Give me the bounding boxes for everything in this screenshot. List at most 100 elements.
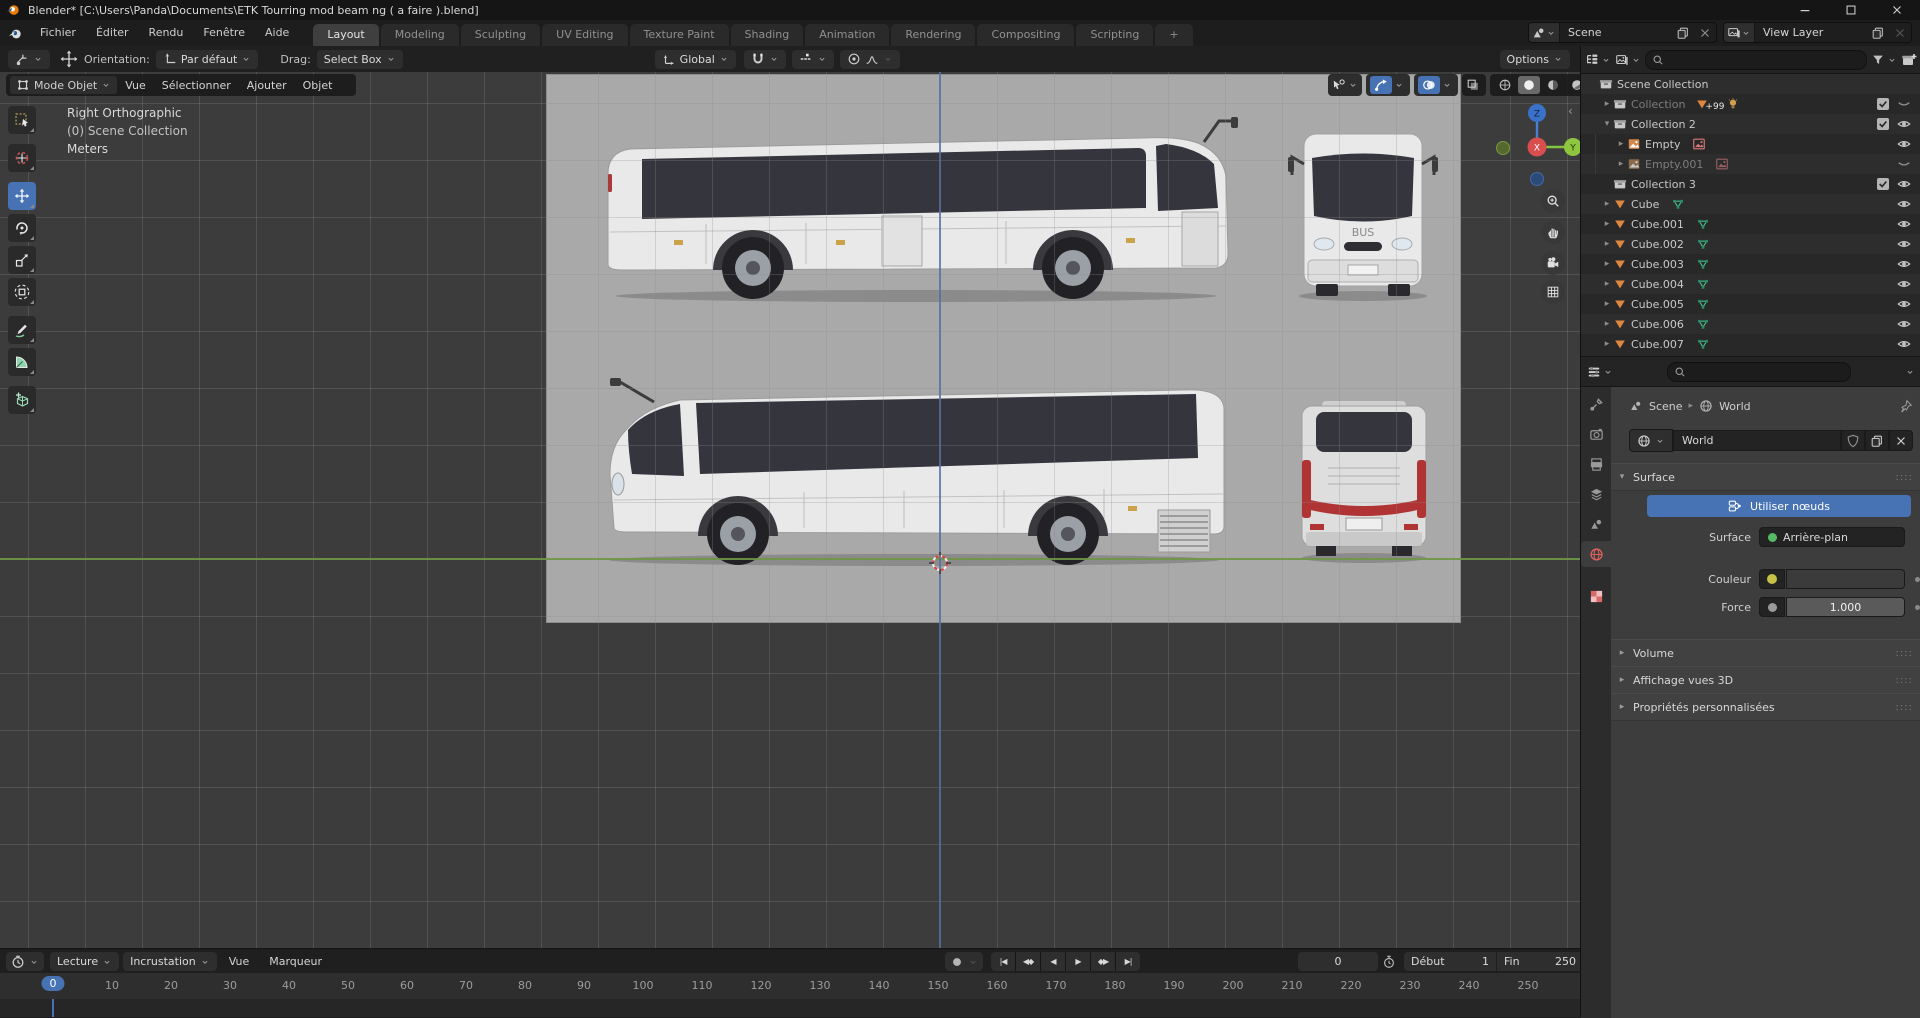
outliner-item-name[interactable]: Cube.003 — [1631, 258, 1684, 271]
properties-tab-tool[interactable] — [1581, 391, 1611, 417]
mode-dropdown[interactable]: Mode Objet — [10, 76, 117, 94]
timeline-menu-marqueur[interactable]: Marqueur — [261, 955, 330, 968]
proportional-editing-group[interactable] — [840, 50, 900, 69]
next-keyframe-button[interactable]: ◆▶ — [1091, 952, 1115, 971]
end-frame-field[interactable]: Fin 250 — [1497, 952, 1583, 971]
pin-icon[interactable] — [1899, 399, 1913, 413]
xray-toggle[interactable] — [1462, 74, 1486, 96]
gizmo-axis-neg-z[interactable] — [1531, 173, 1544, 186]
auto-keying-toggle[interactable] — [945, 952, 983, 971]
timeline-menu-lecture[interactable]: Lecture — [50, 952, 119, 971]
collection-checkbox[interactable] — [1877, 98, 1889, 110]
menu-diter[interactable]: Éditer — [86, 23, 139, 43]
disclosure-closed-icon[interactable]: ▸ — [1601, 299, 1613, 309]
disclosure-closed-icon[interactable]: ▸ — [1615, 139, 1627, 149]
menu-fentre[interactable]: Fenêtre — [193, 23, 255, 43]
properties-editor-type-button[interactable] — [1587, 365, 1613, 379]
overlays-dropdown[interactable] — [1414, 74, 1458, 96]
shading-wireframe[interactable] — [1494, 76, 1516, 94]
scene-icon[interactable] — [1529, 23, 1560, 42]
use-nodes-button[interactable]: Utiliser nœuds — [1647, 495, 1911, 517]
use-preview-range-icon[interactable] — [1382, 955, 1396, 969]
panel-propri-t-s-personnalis-es[interactable]: ▸Propriétés personnalisées:::: — [1611, 693, 1920, 721]
eye-toggle[interactable] — [1897, 157, 1911, 171]
surface-shader-dropdown[interactable]: Arrière-plan — [1759, 527, 1905, 547]
menu-fichier[interactable]: Fichier — [30, 23, 86, 43]
jump-end-button[interactable]: ▶| — [1116, 952, 1140, 971]
prev-keyframe-button[interactable]: ◀◆ — [1016, 952, 1040, 971]
outliner-item-name[interactable]: Scene Collection — [1617, 78, 1708, 91]
view-layer-icon[interactable] — [1724, 23, 1755, 42]
tool-add-cube[interactable] — [8, 386, 36, 414]
properties-tab-output[interactable] — [1581, 451, 1611, 477]
outliner-display-mode-button[interactable] — [1615, 53, 1641, 67]
outliner-row[interactable]: ▸Cube.005 — [1581, 294, 1920, 314]
outliner-row[interactable]: ▸Cube.001 — [1581, 214, 1920, 234]
eye-toggle[interactable] — [1897, 117, 1911, 131]
pan-button[interactable] — [1541, 220, 1565, 244]
tool-measure[interactable] — [8, 348, 36, 376]
close-button[interactable] — [1874, 0, 1920, 20]
timeline-editor-type-button[interactable] — [6, 952, 44, 971]
playhead[interactable] — [52, 999, 54, 1017]
disclosure-closed-icon[interactable]: ▸ — [1601, 279, 1613, 289]
color-bar[interactable] — [1786, 569, 1905, 589]
workspace-tab-compositing[interactable]: Compositing — [977, 24, 1074, 46]
outliner-row[interactable]: ▸Empty.001 — [1581, 154, 1920, 174]
outliner-row[interactable]: ▾Collection 2 — [1581, 114, 1920, 134]
shading-material-preview[interactable] — [1542, 76, 1564, 94]
outliner-item-name[interactable]: Collection 3 — [1631, 178, 1696, 191]
panel-drag-dots-icon[interactable]: :::: — [1896, 675, 1913, 686]
tool-transform[interactable] — [8, 278, 36, 306]
outliner-row[interactable]: ▸Cube.006 — [1581, 314, 1920, 334]
outliner-item-name[interactable]: Cube — [1631, 198, 1659, 211]
color-swatch-button[interactable] — [1759, 569, 1785, 589]
outliner-item-name[interactable]: Empty — [1645, 138, 1680, 151]
viewport-menu-ajouter[interactable]: Ajouter — [239, 79, 295, 92]
workspace-tab-modeling[interactable]: Modeling — [381, 24, 459, 46]
outliner-item-name[interactable]: Cube.007 — [1631, 338, 1684, 351]
world-datablock-dropdown[interactable] — [1629, 429, 1673, 452]
current-frame-badge[interactable]: 0 — [42, 976, 65, 991]
eye-toggle[interactable] — [1897, 317, 1911, 331]
eye-toggle[interactable] — [1897, 177, 1911, 191]
zoom-button[interactable] — [1541, 189, 1565, 213]
3d-viewport[interactable]: BUS — [0, 72, 1580, 948]
collection-checkbox[interactable] — [1877, 178, 1889, 190]
animate-strength-dot[interactable] — [1915, 605, 1920, 610]
breadcrumb-world[interactable]: World — [1719, 400, 1751, 413]
panel-volume[interactable]: ▸Volume:::: — [1611, 639, 1920, 667]
disclosure-open-icon[interactable]: ▾ — [1601, 119, 1613, 129]
outliner-row[interactable]: ▸Collection+99 — [1581, 94, 1920, 114]
outliner-filter-button[interactable] — [1871, 53, 1897, 67]
menu-aide[interactable]: Aide — [255, 23, 299, 43]
breadcrumb-scene[interactable]: Scene — [1649, 400, 1683, 413]
camera-view-button[interactable] — [1541, 251, 1565, 275]
view-layer-selector[interactable]: View Layer — [1723, 22, 1912, 43]
workspace-tab-sculpting[interactable]: Sculpting — [461, 24, 540, 46]
outliner-row[interactable]: Scene Collection — [1581, 74, 1920, 94]
panel-affichage-vues-3d[interactable]: ▸Affichage vues 3D:::: — [1611, 666, 1920, 694]
workspace-tab-+[interactable]: + — [1155, 24, 1192, 46]
outliner-row[interactable]: ▸Cube.004 — [1581, 274, 1920, 294]
gizmos-dropdown[interactable] — [1366, 74, 1410, 96]
world-name-field[interactable]: World — [1673, 430, 1841, 451]
options-dropdown[interactable]: Options — [1500, 50, 1570, 69]
outliner-item-name[interactable]: Collection — [1631, 98, 1685, 111]
fake-user-button[interactable] — [1841, 430, 1865, 451]
shading-rendered[interactable] — [1566, 76, 1580, 94]
strength-icon-button[interactable] — [1759, 597, 1785, 617]
properties-options-icon[interactable] — [1905, 367, 1915, 377]
transform-orientation-dropdown[interactable]: Global — [655, 50, 736, 69]
color-widget[interactable] — [1759, 569, 1905, 589]
workspace-tab-animation[interactable]: Animation — [805, 24, 889, 46]
snap-target-dropdown[interactable] — [792, 50, 834, 69]
ortho-toggle-button[interactable] — [1541, 280, 1565, 304]
unlink-datablock-button[interactable] — [1889, 430, 1913, 451]
minimize-button[interactable] — [1782, 0, 1828, 20]
disclosure-closed-icon[interactable]: ▸ — [1601, 259, 1613, 269]
maximize-button[interactable] — [1828, 0, 1874, 20]
outliner-editor-type-button[interactable] — [1585, 53, 1611, 67]
eye-toggle[interactable] — [1897, 217, 1911, 231]
orientation-dropdown[interactable]: Par défaut — [156, 50, 259, 69]
